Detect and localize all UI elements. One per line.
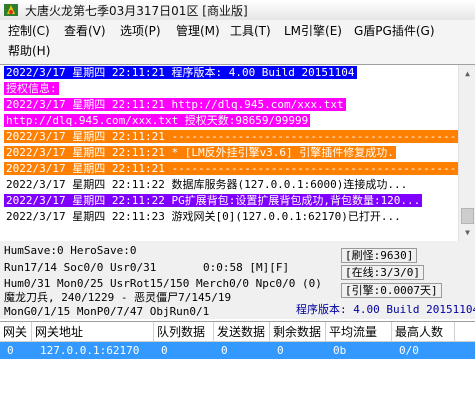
table-header: 网关 网关地址 队列数据 发送数据 剩余数据 平均流量 最高人数 <box>0 322 475 342</box>
col-header-gateway[interactable]: 网关 <box>0 322 32 342</box>
col-header-avg-traffic[interactable]: 平均流量 <box>326 322 392 342</box>
menu-view[interactable]: 查看(V) <box>60 21 110 41</box>
cell-gateway: 0 <box>7 344 14 357</box>
mongen-status: MonG0/1/15 MonP0/7/47 ObjRun0/1 <box>4 305 210 318</box>
log-line: 授权信息: <box>4 82 59 95</box>
object-status: Hum0/31 Mon0/25 UsrRot15/150 Merch0/0 Np… <box>4 277 322 290</box>
refresh-monster-count: [刷怪:9630] <box>341 248 418 263</box>
col-header-sent[interactable]: 发送数据 <box>214 322 270 342</box>
cell-address: 127.0.0.1:62170 <box>40 344 140 357</box>
menu-bar: 控制(C) 查看(V) 选项(P) 管理(M) 工具(T) LM引擎(E) G盾… <box>0 20 475 64</box>
log-line: 2022/3/17 星期四 22:11:21 -----------------… <box>4 130 475 143</box>
cell-remaining: 0 <box>277 344 284 357</box>
window-title: 大唐火龙第七季03月317日01区 [商业版] <box>25 3 248 18</box>
log-line: 2022/3/17 星期四 22:11:22 数据库服务器(127.0.0.1:… <box>6 178 408 191</box>
col-header-max-players[interactable]: 最高人数 <box>392 322 455 342</box>
cell-sent: 0 <box>221 344 228 357</box>
online-count: [在线:3/3/0] <box>341 265 424 280</box>
app-flame-icon <box>3 2 19 18</box>
menu-help[interactable]: 帮助(H) <box>4 41 54 61</box>
program-version: 程序版本: 4.00 Build 20151104 <box>296 303 475 316</box>
col-header-address[interactable]: 网关地址 <box>32 322 154 342</box>
log-scrollbar[interactable]: ▲ ▼ <box>458 65 475 241</box>
menu-gdun-plugin[interactable]: G盾PG插件(G) <box>350 21 439 41</box>
table-row[interactable]: 0 127.0.0.1:62170 0 0 0 0b 0/0 <box>0 342 475 359</box>
log-line: 2022/3/17 星期四 22:11:21 -----------------… <box>4 162 475 175</box>
cell-queue: 0 <box>161 344 168 357</box>
log-panel[interactable]: 2022/3/17 星期四 22:11:21 程序版本: 4.00 Build … <box>0 64 475 241</box>
status-panel: HumSave:0 HeroSave:0 Run17/14 Soc0/0 Usr… <box>0 241 475 319</box>
log-line: 2022/3/17 星期四 22:11:21 程序版本: 4.00 Build … <box>4 66 357 79</box>
title-bar: 大唐火龙第七季03月317日01区 [商业版] <box>0 0 475 20</box>
monster-status: 魔龙刀兵, 240/1229 - 恶灵僵尸7/145/19 <box>4 291 232 304</box>
log-line: 2022/3/17 星期四 22:11:21 * [LM反外挂引擎v3.6] 引… <box>4 146 396 159</box>
menu-lm-engine[interactable]: LM引擎(E) <box>280 21 346 41</box>
uptime-status: 0:0:58 [M][F] <box>203 261 290 274</box>
log-line: 2022/3/17 星期四 22:11:23 游戏网关[0](127.0.0.1… <box>6 210 401 223</box>
scroll-down-icon[interactable]: ▼ <box>459 224 475 241</box>
menu-tools[interactable]: 工具(T) <box>226 21 275 41</box>
save-status: HumSave:0 HeroSave:0 <box>4 244 137 257</box>
log-line: 2022/3/17 星期四 22:11:21 http://dlq.945.co… <box>4 98 346 111</box>
cell-avg-traffic: 0b <box>333 344 347 357</box>
scroll-up-icon[interactable]: ▲ <box>459 65 475 82</box>
menu-manage[interactable]: 管理(M) <box>172 21 224 41</box>
engine-days: [引擎:0.0007天] <box>341 283 442 298</box>
menu-control[interactable]: 控制(C) <box>4 21 54 41</box>
log-line: http://dlq.945.com/xxx.txt 授权天数:98659/99… <box>4 114 311 127</box>
gateway-table: 网关 网关地址 队列数据 发送数据 剩余数据 平均流量 最高人数 0 127.0… <box>0 321 475 410</box>
log-line: 2022/3/17 星期四 22:11:22 PG扩展背包:设置扩展背包成功,背… <box>4 194 423 207</box>
col-header-queue[interactable]: 队列数据 <box>154 322 214 342</box>
run-status: Run17/14 Soc0/0 Usr0/31 <box>4 261 157 274</box>
col-header-remaining[interactable]: 剩余数据 <box>270 322 326 342</box>
scroll-thumb[interactable] <box>461 208 474 224</box>
cell-max-players: 0/0 <box>399 344 419 357</box>
menu-options[interactable]: 选项(P) <box>116 21 165 41</box>
